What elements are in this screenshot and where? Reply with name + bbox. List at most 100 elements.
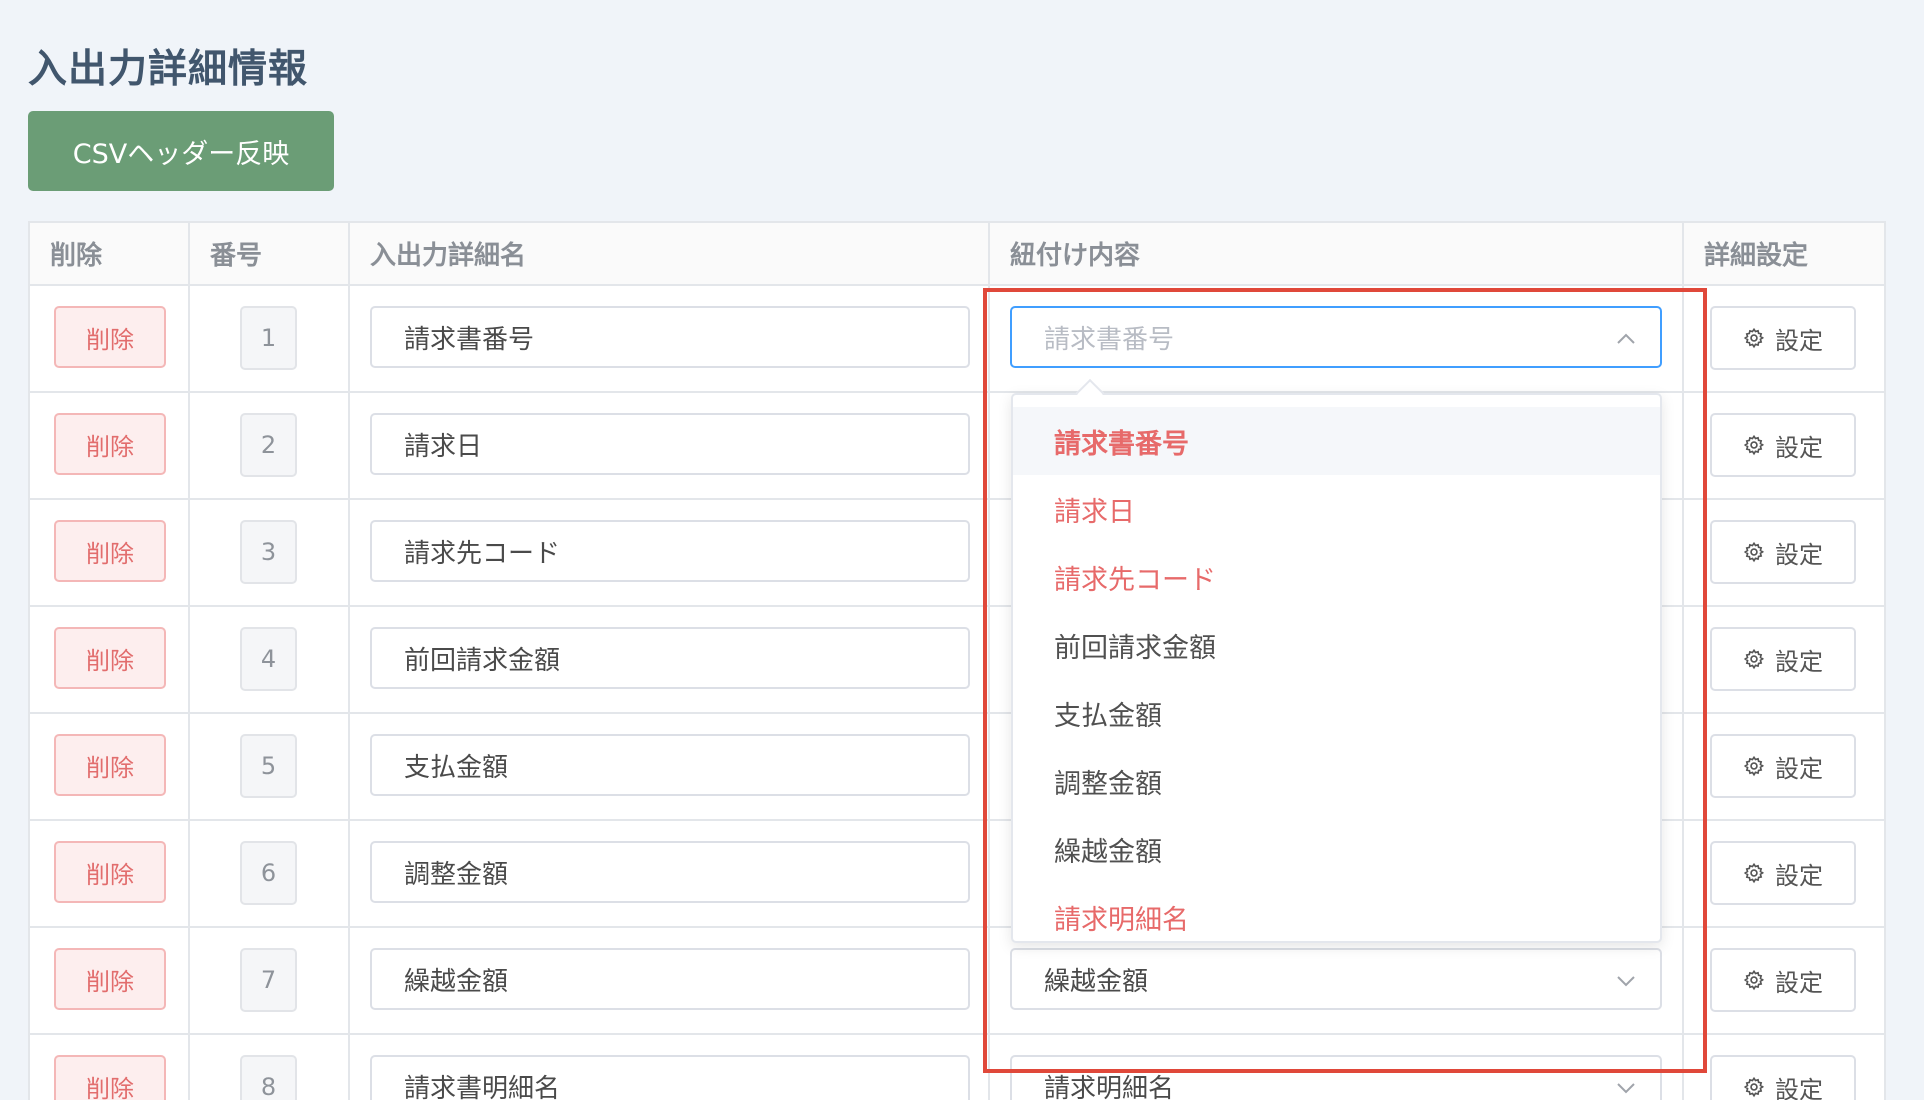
delete-cell: 削除 [28, 498, 190, 607]
link-select[interactable]: 請求明細名 [1010, 1055, 1662, 1100]
settings-label: 設定 [1775, 1075, 1823, 1100]
settings-button[interactable]: 設定 [1710, 841, 1856, 905]
settings-button[interactable]: 設定 [1710, 627, 1856, 691]
gear-icon [1743, 755, 1765, 777]
chevron-up-icon [1614, 327, 1638, 351]
settings-label: 設定 [1775, 433, 1823, 462]
gear-icon [1743, 648, 1765, 670]
row-number: 3 [240, 520, 297, 584]
gear-icon [1743, 541, 1765, 563]
link-select-value: 繰越金額 [1044, 966, 1149, 997]
settings-button[interactable]: 設定 [1710, 306, 1856, 370]
detail-cell: 設定 [1682, 819, 1886, 928]
delete-button[interactable]: 削除 [54, 413, 166, 475]
settings-label: 設定 [1775, 326, 1823, 355]
link-select[interactable]: 繰越金額 [1010, 948, 1662, 1010]
name-cell [348, 926, 990, 1035]
gear-icon [1743, 1076, 1765, 1098]
page-title: 入出力詳細情報 [28, 47, 309, 92]
detail-cell: 設定 [1682, 391, 1886, 500]
gear-icon [1743, 969, 1765, 991]
table-header-row: 削除 番号 入出力詳細名 紐付け内容 詳細設定 [28, 221, 1886, 286]
gear-icon [1743, 327, 1765, 349]
settings-button[interactable]: 設定 [1710, 734, 1856, 798]
detail-cell: 設定 [1682, 712, 1886, 821]
link-cell: 請求書番号 [988, 284, 1684, 393]
link-dropdown-menu: 請求書番号 請求日 請求先コード 前回請求金額 支払金額 調整金額 繰越金額 請求明細名 [1011, 393, 1662, 943]
detail-name-input[interactable] [370, 520, 970, 582]
settings-label: 設定 [1775, 540, 1823, 569]
delete-cell: 削除 [28, 284, 190, 393]
dropdown-option[interactable]: 請求日 [1013, 475, 1660, 543]
link-cell: 繰越金額 [988, 926, 1684, 1035]
detail-name-input[interactable] [370, 413, 970, 475]
row-number: 7 [240, 948, 297, 1012]
detail-name-input[interactable] [370, 306, 970, 368]
name-cell [348, 284, 990, 393]
header-number: 番号 [188, 221, 350, 286]
row-number: 5 [240, 734, 297, 798]
delete-cell: 削除 [28, 926, 190, 1035]
dropdown-option[interactable]: 調整金額 [1013, 747, 1660, 815]
dropdown-option-list: 請求書番号 請求日 請求先コード 前回請求金額 支払金額 調整金額 繰越金額 請求明細名 [1013, 395, 1660, 941]
link-select-value: 請求書番号 [1044, 324, 1175, 355]
header-delete: 削除 [28, 221, 190, 286]
number-cell: 6 [188, 819, 350, 928]
delete-button[interactable]: 削除 [54, 1055, 166, 1100]
gear-icon [1743, 434, 1765, 456]
header-link: 紐付け内容 [988, 221, 1684, 286]
settings-label: 設定 [1775, 861, 1823, 890]
number-cell: 5 [188, 712, 350, 821]
settings-label: 設定 [1775, 968, 1823, 997]
delete-button[interactable]: 削除 [54, 520, 166, 582]
name-cell [348, 712, 990, 821]
name-cell [348, 498, 990, 607]
link-select[interactable]: 請求書番号 [1010, 306, 1662, 368]
detail-cell: 設定 [1682, 498, 1886, 607]
delete-button[interactable]: 削除 [54, 627, 166, 689]
chevron-down-icon [1614, 969, 1638, 993]
chevron-down-icon [1614, 1076, 1638, 1100]
delete-button[interactable]: 削除 [54, 734, 166, 796]
delete-cell: 削除 [28, 819, 190, 928]
delete-cell: 削除 [28, 391, 190, 500]
detail-cell: 設定 [1682, 284, 1886, 393]
delete-button[interactable]: 削除 [54, 306, 166, 368]
row-number: 1 [240, 306, 297, 370]
dropdown-option[interactable]: 繰越金額 [1013, 815, 1660, 883]
csv-header-apply-button[interactable]: CSVヘッダー反映 [28, 111, 334, 191]
header-name: 入出力詳細名 [348, 221, 990, 286]
table-row: 削除 8 請求明細名 設定 [28, 1033, 1886, 1100]
row-number: 8 [240, 1055, 297, 1100]
settings-button[interactable]: 設定 [1710, 948, 1856, 1012]
dropdown-option[interactable]: 請求先コード [1013, 543, 1660, 611]
detail-name-input[interactable] [370, 948, 970, 1010]
delete-button[interactable]: 削除 [54, 841, 166, 903]
detail-name-input[interactable] [370, 627, 970, 689]
number-cell: 4 [188, 605, 350, 714]
number-cell: 2 [188, 391, 350, 500]
delete-cell: 削除 [28, 712, 190, 821]
detail-name-input[interactable] [370, 734, 970, 796]
settings-button[interactable]: 設定 [1710, 1055, 1856, 1100]
gear-icon [1743, 862, 1765, 884]
number-cell: 1 [188, 284, 350, 393]
row-number: 4 [240, 627, 297, 691]
page: 入出力詳細情報 CSVヘッダー反映 削除 番号 入出力詳細名 紐付け内容 詳細設… [0, 0, 1924, 1100]
name-cell [348, 605, 990, 714]
detail-name-input[interactable] [370, 1055, 970, 1100]
delete-button[interactable]: 削除 [54, 948, 166, 1010]
dropdown-option[interactable]: 前回請求金額 [1013, 611, 1660, 679]
settings-button[interactable]: 設定 [1710, 413, 1856, 477]
detail-cell: 設定 [1682, 605, 1886, 714]
settings-button[interactable]: 設定 [1710, 520, 1856, 584]
dropdown-option[interactable]: 請求書番号 [1013, 407, 1660, 475]
delete-cell: 削除 [28, 605, 190, 714]
dropdown-option[interactable]: 請求明細名 [1013, 883, 1660, 941]
number-cell: 3 [188, 498, 350, 607]
header-detail: 詳細設定 [1682, 221, 1886, 286]
detail-name-input[interactable] [370, 841, 970, 903]
dropdown-option[interactable]: 支払金額 [1013, 679, 1660, 747]
row-number: 2 [240, 413, 297, 477]
settings-label: 設定 [1775, 754, 1823, 783]
